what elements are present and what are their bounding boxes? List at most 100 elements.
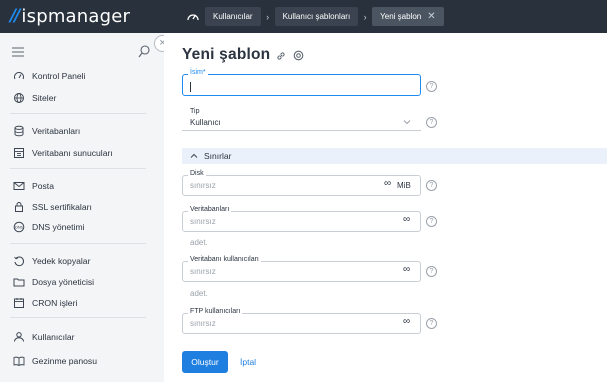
dashboard-icon: [14, 72, 24, 80]
sidebar-divider: [10, 243, 146, 244]
close-tab-icon[interactable]: ✕: [427, 11, 435, 22]
menu-icon[interactable]: [12, 47, 24, 57]
create-button[interactable]: Oluştur: [182, 351, 228, 373]
chevron-right-icon: ›: [266, 11, 270, 22]
sidebar-header: [0, 41, 164, 65]
sidebar-item-label: Veritabanları: [32, 126, 81, 136]
sidebar-item-db-servers[interactable]: Veritabanı sunucuları: [0, 144, 164, 162]
help-icon[interactable]: ?: [426, 81, 437, 92]
sidebar-item-label: Veritabanı sunucuları: [32, 148, 113, 158]
sidebar: Kontrol Paneli Siteler Veritabanları Ver…: [0, 33, 164, 382]
name-label: İsim*: [188, 69, 208, 76]
unlimited-toggle[interactable]: ∞: [384, 178, 391, 189]
sidebar-item-label: Kullanıcılar: [32, 332, 75, 342]
sidebar-item-databases[interactable]: Veritabanları: [0, 122, 164, 140]
database-icon: [14, 125, 24, 137]
chevron-down-icon[interactable]: [403, 119, 411, 125]
databases-label: Veritabanları: [188, 206, 232, 213]
help-icon[interactable]: ?: [426, 266, 437, 277]
db-users-placeholder: sınırsız: [190, 267, 216, 276]
search-icon[interactable]: [138, 45, 150, 59]
sidebar-item-label: Gezinme panosu: [32, 356, 97, 366]
logo[interactable]: // ispmanager: [10, 5, 131, 27]
help-icon[interactable]: ?: [426, 216, 437, 227]
name-input[interactable]: [182, 74, 421, 96]
type-select-value[interactable]: Kullanıcı: [190, 118, 221, 127]
unlimited-toggle[interactable]: ∞: [403, 264, 410, 275]
breadcrumb: Kullanıcılar › Kullanıcı şablonları › Ye…: [205, 7, 444, 26]
chevron-right-icon: ›: [363, 11, 367, 22]
db-users-unit: adet.: [190, 289, 208, 298]
lock-icon: [15, 202, 23, 212]
sidebar-item-label: Siteler: [32, 93, 57, 103]
sidebar-divider: [10, 168, 146, 169]
breadcrumb-label: Kullanıcılar: [213, 12, 253, 21]
databases-unit: adet.: [190, 238, 208, 247]
sidebar-item-mail[interactable]: Posta: [0, 177, 164, 195]
settings-icon[interactable]: [293, 50, 304, 61]
breadcrumb-user-templates[interactable]: Kullanıcı şablonları: [274, 7, 359, 26]
sidebar-item-dns[interactable]: DNS DNS yönetimi: [0, 218, 164, 236]
sidebar-item-label: Yedek kopyalar: [32, 256, 91, 266]
ftp-users-placeholder: sınırsız: [190, 319, 216, 328]
disk-label: Disk: [188, 170, 206, 177]
databases-input[interactable]: [182, 211, 421, 232]
db-users-input[interactable]: [182, 261, 421, 282]
databases-placeholder: sınırsız: [190, 217, 216, 226]
sidebar-item-sites[interactable]: Siteler: [0, 89, 164, 107]
help-symbol: ?: [429, 320, 434, 327]
top-bar: // ispmanager Kullanıcılar › Kullanıcı ş…: [0, 0, 607, 33]
ftp-users-label: FTP kullanıcıları: [188, 308, 243, 315]
svg-text:DNS: DNS: [15, 225, 24, 230]
main-form: Yeni şablon İsim* ? Tip Kullanıcı ? Sını…: [164, 33, 607, 382]
sidebar-item-ssl[interactable]: SSL sertifikaları: [0, 198, 164, 216]
logo-mark: //: [10, 6, 21, 26]
cancel-button[interactable]: İptal: [240, 357, 256, 367]
limits-section-label: Sınırlar: [204, 151, 232, 161]
title-actions: [276, 50, 304, 61]
type-label: Tip: [188, 108, 202, 115]
globe-icon: [14, 93, 24, 103]
breadcrumb-label: Kullanıcı şablonları: [282, 12, 351, 21]
logo-name: ispmanager: [21, 5, 131, 27]
sidebar-item-users[interactable]: Kullanıcılar: [0, 328, 164, 346]
sidebar-item-navigation-board[interactable]: Gezinme panosu: [0, 352, 164, 370]
help-symbol: ?: [429, 119, 434, 126]
breadcrumb-users[interactable]: Kullanıcılar: [205, 7, 261, 26]
dashboard-icon[interactable]: [186, 10, 200, 24]
sidebar-divider: [10, 113, 146, 114]
mail-icon: [13, 182, 25, 190]
limits-section-header[interactable]: Sınırlar: [182, 148, 607, 164]
help-symbol: ?: [429, 182, 434, 189]
sidebar-item-label: SSL sertifikaları: [32, 202, 92, 212]
ftp-users-input[interactable]: [182, 313, 421, 334]
breadcrumb-new-template[interactable]: Yeni şablon ✕: [372, 7, 444, 26]
sidebar-divider: [10, 317, 146, 318]
user-icon: [14, 332, 24, 342]
help-icon[interactable]: ?: [426, 180, 437, 191]
book-icon: [13, 356, 25, 367]
unlimited-toggle[interactable]: ∞: [403, 316, 410, 327]
folder-icon: [13, 278, 25, 287]
disk-unit: MiB: [397, 181, 411, 190]
help-icon[interactable]: ?: [426, 318, 437, 329]
link-icon[interactable]: [276, 51, 286, 61]
page-title: Yeni şablon: [182, 46, 271, 63]
help-symbol: ?: [429, 218, 434, 225]
disk-placeholder: sınırsız: [190, 181, 216, 190]
help-icon[interactable]: ?: [426, 117, 437, 128]
sidebar-item-label: Posta: [32, 181, 54, 191]
db-server-icon: [14, 148, 24, 158]
sidebar-item-backups[interactable]: Yedek kopyalar: [0, 252, 164, 270]
type-select-underline: [182, 130, 421, 131]
help-symbol: ?: [429, 268, 434, 275]
sidebar-item-dashboard[interactable]: Kontrol Paneli: [0, 67, 164, 85]
dns-icon: DNS: [13, 221, 25, 233]
help-symbol: ?: [429, 83, 434, 90]
calendar-icon: [14, 298, 24, 308]
sidebar-item-label: DNS yönetimi: [32, 222, 85, 232]
sidebar-item-cron[interactable]: CRON işleri: [0, 294, 164, 312]
unlimited-toggle[interactable]: ∞: [403, 214, 410, 225]
breadcrumb-label: Yeni şablon: [380, 12, 422, 21]
sidebar-item-file-manager[interactable]: Dosya yöneticisi: [0, 273, 164, 291]
